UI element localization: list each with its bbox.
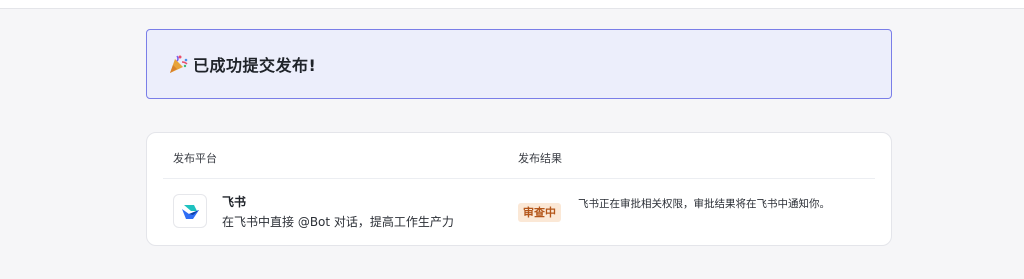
success-banner: 已成功提交发布! xyxy=(146,29,892,99)
publish-result-table: 发布平台 发布结果 飞书 在飞书中直接 @Bot 对话，提高工作生产力 审查中 … xyxy=(146,132,892,246)
result-description: 飞书正在审批相关权限，审批结果将在飞书中通知你。 xyxy=(578,198,830,210)
feishu-logo-icon xyxy=(173,194,207,228)
top-strip xyxy=(0,0,1024,9)
success-message: 已成功提交发布! xyxy=(193,56,317,75)
platform-description: 在飞书中直接 @Bot 对话，提高工作生产力 xyxy=(222,215,454,229)
column-header-result: 发布结果 xyxy=(518,152,562,165)
status-badge: 审查中 xyxy=(518,203,561,222)
platform-name: 飞书 xyxy=(222,195,247,209)
party-popper-icon xyxy=(170,55,188,73)
header-divider xyxy=(163,178,875,179)
column-header-platform: 发布平台 xyxy=(173,152,217,165)
